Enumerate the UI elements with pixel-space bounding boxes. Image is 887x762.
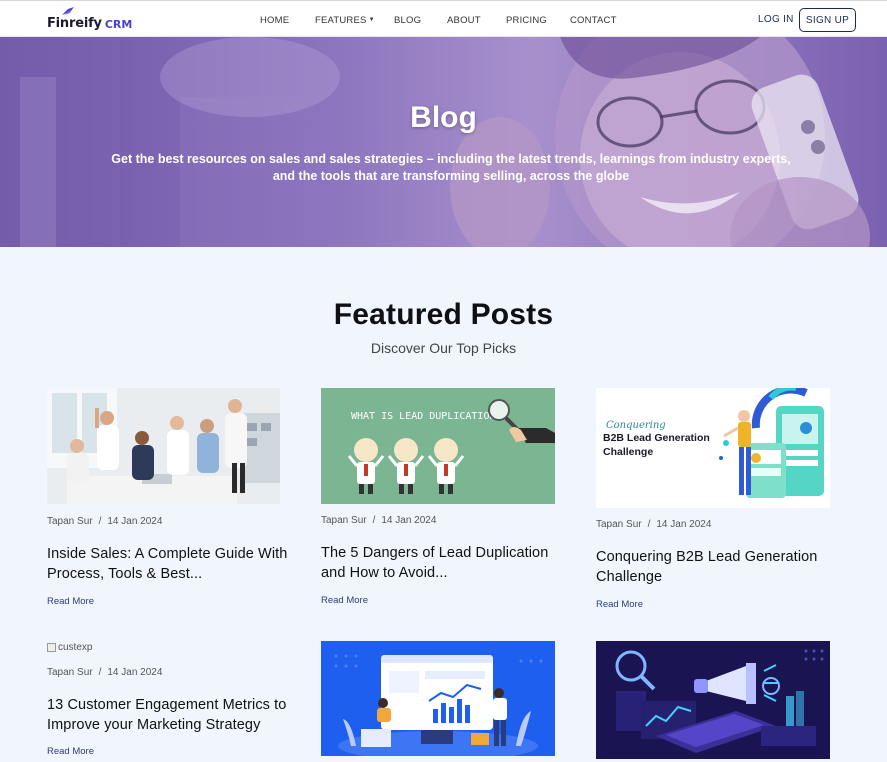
post-meta: Tapan Sur / 14 Jan 2024 [47,516,162,527]
hero-banner: Blog Get the best resources on sales and… [0,37,887,247]
lead-dup-image-text: WHAT IS LEAD DUPLICATION? [351,411,502,422]
nav-home[interactable]: HOME [260,15,289,26]
featured-title: Featured Posts [333,298,554,331]
featured-subtitle: Discover Our Top Picks [370,340,517,356]
logo-bird-icon [62,7,74,15]
post-image-lead-duplication[interactable]: WHAT IS LEAD DUPLICATION? [321,388,555,504]
brand-name: Finreify [47,16,102,31]
post-meta: Tapan Sur / 14 Jan 2024 [47,667,162,678]
post-title[interactable]: The 5 Dangers of Lead Duplication and Ho… [321,543,571,583]
post-author: Tapan Sur [321,515,367,526]
svg-text:B2B Lead Generation: B2B Lead Generation [603,432,710,444]
post-date: 14 Jan 2024 [381,515,437,526]
post-meta: Tapan Sur / 14 Jan 2024 [321,515,436,526]
post-date: 14 Jan 2024 [107,516,163,527]
image-alt-text: custexp [58,642,93,653]
meta-separator: / [647,519,651,530]
nav-pricing[interactable]: PRICING [506,15,547,26]
post-image-marketing[interactable] [596,641,830,759]
post-image-team[interactable] [47,388,280,504]
nav-blog[interactable]: BLOG [394,15,421,26]
post-author: Tapan Sur [596,519,642,530]
site-header: Finreify CRM HOME FEATURES ▼ BLOG ABOUT P… [0,0,887,37]
post-title[interactable]: Conquering B2B Lead Generation Challenge [596,547,846,587]
post-title[interactable]: Inside Sales: A Complete Guide With Proc… [47,544,297,584]
post-author: Tapan Sur [47,516,93,527]
read-more-link[interactable]: Read More [596,599,643,610]
caret-down-icon: ▼ [368,17,375,23]
meta-separator: / [98,667,102,678]
login-link[interactable]: LOG IN [758,14,794,25]
signup-button[interactable]: SIGN UP [799,8,856,32]
meta-separator: / [372,515,376,526]
svg-text:Challenge: Challenge [603,446,653,458]
brand-suffix: CRM [104,18,133,31]
nav-about[interactable]: ABOUT [447,15,481,26]
post-date: 14 Jan 2024 [656,519,712,530]
hero-background-photo [0,37,887,247]
nav-features-label: FEATURES [315,15,367,26]
meta-separator: / [98,516,102,527]
post-image-analytics[interactable] [321,641,555,756]
read-more-link[interactable]: Read More [47,596,94,607]
post-meta: Tapan Sur / 14 Jan 2024 [596,519,711,530]
broken-image-icon [47,643,56,652]
post-image-b2b[interactable]: Conquering B2B Lead Generation Challenge [596,388,830,508]
b2b-image-script: Conquering [606,420,666,431]
nav-contact[interactable]: CONTACT [570,15,617,26]
brand-logo[interactable]: Finreify CRM [47,7,133,31]
nav-features[interactable]: FEATURES ▼ [315,15,375,26]
hero-subtitle: Get the best resources on sales and sale… [111,152,791,183]
post-image-broken[interactable]: custexp [47,642,92,653]
post-date: 14 Jan 2024 [107,667,163,678]
read-more-link[interactable]: Read More [47,746,94,757]
post-author: Tapan Sur [47,667,93,678]
post-title[interactable]: 13 Customer Engagement Metrics to Improv… [47,695,297,735]
page-title: Blog [410,101,477,134]
read-more-link[interactable]: Read More [321,595,368,606]
